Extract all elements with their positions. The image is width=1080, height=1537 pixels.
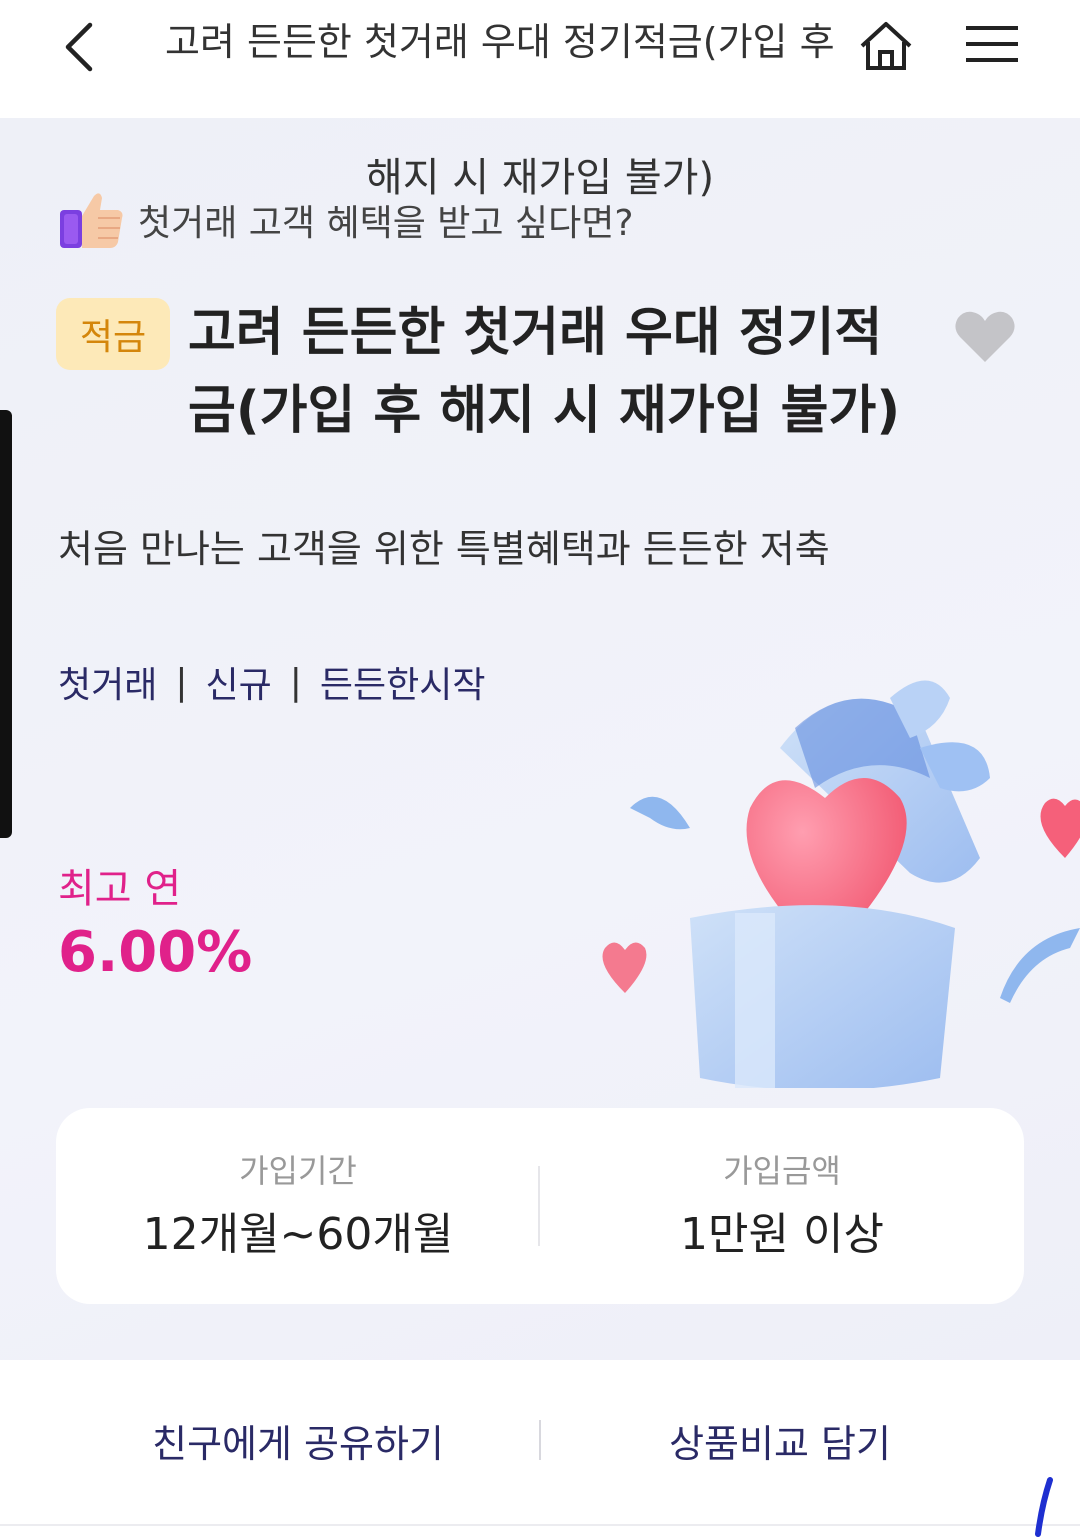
add-to-compare-button[interactable]: 상품비교 담기 [510,1400,1050,1480]
product-title: 고려 든든한 첫거래 우대 정기적금(가입 후 해지 시 재가입 불가) [188,303,901,441]
product-info-card: 가입기간 12개월~60개월 가입금액 1만원 이상 [56,1108,1024,1304]
back-button[interactable] [48,14,108,80]
header-title-continued: 해지 시 재가입 불가) [365,155,715,201]
product-type-badge: 적금 [56,298,170,370]
join-period-label: 가입기간 [239,1152,357,1190]
product-tags: 첫거래 | 신규 | 든든한시작 [58,656,486,708]
join-amount-value: 1만원 이상 [680,1209,884,1260]
tag-item: 든든한시작 [319,665,486,706]
favorite-button[interactable] [952,306,1018,366]
join-period-value: 12개월~60개월 [142,1209,454,1260]
chevron-left-icon [65,22,93,72]
join-period-section: 가입기간 12개월~60개월 [56,1108,540,1304]
share-button[interactable]: 친구에게 공유하기 [28,1400,568,1480]
max-rate-value: 6.00% [58,920,253,985]
heart-icon [955,311,1015,362]
scroll-handle[interactable] [0,410,12,838]
gift-box-illustration [602,680,1080,1088]
product-description: 처음 만나는 고객을 위한 특별혜택과 든든한 저축 [58,527,830,571]
join-amount-label: 가입금액 [723,1152,841,1190]
bottom-actions: 친구에게 공유하기 상품비교 담기 [0,1360,1080,1524]
tag-item: 신규 [205,665,272,706]
tag-item: 첫거래 [58,665,158,706]
bottom-divider [0,1524,1080,1526]
top-header: 고려 든든한 첫거래 우대 정기적금(가입 후 [0,0,1080,118]
tag-separator: | [175,661,188,703]
home-button[interactable] [856,16,916,76]
menu-button[interactable] [962,18,1028,78]
hamburger-menu-icon [966,26,1018,62]
max-rate-label: 최고 연 [58,866,182,912]
header-title: 고려 든든한 첫거래 우대 정기적금(가입 후 [165,20,835,64]
join-amount-section: 가입금액 1만원 이상 [540,1108,1024,1304]
tag-separator: | [289,661,302,703]
product-hero: 첫거래 고객 혜택을 받고 싶다면? 적금 고려 든든한 첫거래 우대 정기적금… [0,118,1080,1360]
home-icon [860,22,912,70]
stylus-mark-icon [1035,1477,1053,1537]
